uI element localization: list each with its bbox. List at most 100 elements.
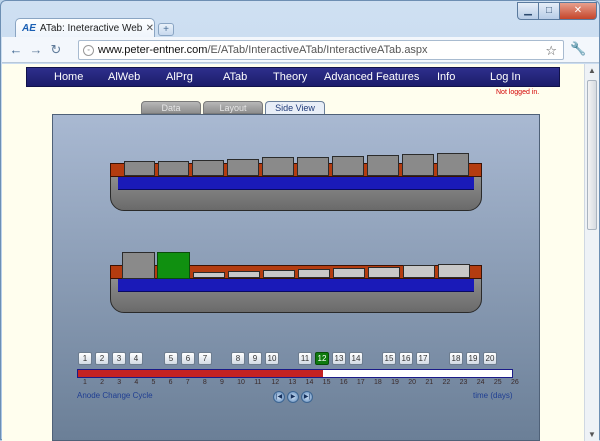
barge-bottom <box>110 252 482 314</box>
minimize-button[interactable]: ▁ <box>517 2 539 20</box>
scrollbar-thumb[interactable] <box>587 80 597 230</box>
menu-item-advanced-features[interactable]: Advanced Features <box>324 71 419 83</box>
timeline-tick-label: 13 <box>288 379 297 386</box>
cycle-button-5[interactable]: 5 <box>164 352 178 365</box>
tab-title: ATab: Ineteractive Web P... <box>39 23 142 34</box>
timeline-tick-label: 9 <box>219 379 224 386</box>
menu-item-info[interactable]: Info <box>437 71 455 83</box>
menu-item-login[interactable]: Log In <box>490 71 521 83</box>
cycle-button-11[interactable]: 11 <box>298 352 312 365</box>
barge-water-band <box>118 279 474 292</box>
timeline-tick-label: 11 <box>254 379 262 386</box>
reload-icon: ↻ <box>50 41 62 57</box>
cycle-button-1[interactable]: 1 <box>78 352 92 365</box>
new-tab-button[interactable]: + <box>158 23 174 36</box>
anode-block <box>124 161 155 176</box>
anode-block <box>228 271 260 278</box>
tab-data[interactable]: Data <box>141 101 201 114</box>
cycle-button-14[interactable]: 14 <box>349 352 363 365</box>
cycle-button-3[interactable]: 3 <box>112 352 126 365</box>
tab-side-view[interactable]: Side View <box>265 101 325 114</box>
menu-item-atab[interactable]: ATab <box>223 71 247 83</box>
page-content: Home AlWeb AlPrg ATab Theory Advanced Fe… <box>2 64 584 441</box>
timeline-tick-label: 24 <box>476 379 485 386</box>
timeline-tick-label: 25 <box>493 379 502 386</box>
anode-block <box>403 265 435 278</box>
timeline-tick-label: 20 <box>408 379 417 386</box>
cycle-button-4[interactable]: 4 <box>129 352 143 365</box>
timeline-tick-label: 17 <box>356 379 365 386</box>
anode-block-current <box>157 252 190 279</box>
arrow-left-icon: ← <box>9 41 23 57</box>
timeline-progress <box>78 370 324 377</box>
cycle-button-9[interactable]: 9 <box>248 352 262 365</box>
scroll-up-icon[interactable]: ▲ <box>588 66 596 75</box>
wrench-icon[interactable]: 🔧 <box>570 41 586 57</box>
anode-block <box>368 267 400 278</box>
timeline-tick-label: 8 <box>202 379 207 386</box>
cycle-button-13[interactable]: 13 <box>332 352 346 365</box>
time-days-label: time (days) <box>473 391 513 400</box>
reload-button[interactable]: ↻ <box>46 40 66 60</box>
maximize-button[interactable]: □ <box>538 2 560 20</box>
browser-toolbar: ← → ↻ ◦ www.peter-entner.com/E/ATab/Inte… <box>2 37 599 63</box>
timeline-tick-label: 21 <box>425 379 434 386</box>
page-icon: ◦ <box>83 44 94 56</box>
tab-layout[interactable]: Layout <box>203 101 263 114</box>
cycle-button-15[interactable]: 15 <box>382 352 396 365</box>
timeline-tick-label: 6 <box>168 379 173 386</box>
cycle-button-18[interactable]: 18 <box>449 352 463 365</box>
skip-back-icon[interactable]: |◀ <box>273 391 285 403</box>
cycle-button-7[interactable]: 7 <box>198 352 212 365</box>
anode-block <box>158 161 189 176</box>
cycle-button-16[interactable]: 16 <box>399 352 413 365</box>
anode-block <box>262 157 294 176</box>
vertical-scrollbar[interactable]: ▲ ▼ <box>584 64 599 441</box>
menu-item-theory[interactable]: Theory <box>273 71 307 83</box>
timeline-tick-label: 5 <box>151 379 156 386</box>
timeline-tick-label: 7 <box>185 379 190 386</box>
anode-block <box>263 270 295 278</box>
login-status: Not logged in. <box>496 89 540 96</box>
timeline-tick-label: 22 <box>442 379 451 386</box>
cycle-button-8[interactable]: 8 <box>231 352 245 365</box>
anode-block <box>437 153 469 176</box>
timeline-bar[interactable] <box>77 369 513 378</box>
timeline-tick-label: 19 <box>391 379 399 386</box>
timeline-ticks: 1 2 3 4 5 6 7 8 9 10 11 12 13 14 15 16 17 18 19 20 21 22 23 24 2… <box>77 379 519 389</box>
cycle-button-17[interactable]: 17 <box>416 352 430 365</box>
play-icon[interactable]: ▶ <box>287 391 299 403</box>
menu-item-alweb[interactable]: AlWeb <box>108 71 140 83</box>
close-tab-icon[interactable]: ✕ <box>146 23 154 34</box>
cycle-button-2[interactable]: 2 <box>95 352 109 365</box>
anode-block <box>438 264 470 278</box>
timeline-tick-label: 15 <box>322 379 331 386</box>
close-window-button[interactable]: ✕ <box>559 2 597 20</box>
anode-block <box>193 272 225 278</box>
timeline-tick-label: 26 <box>511 379 519 386</box>
scroll-down-icon[interactable]: ▼ <box>588 430 596 439</box>
anode-block <box>402 154 434 176</box>
cycle-button-12[interactable]: 12 <box>315 352 329 365</box>
cycle-button-20[interactable]: 20 <box>483 352 497 365</box>
forward-button[interactable]: → <box>26 40 46 60</box>
cycle-button-6[interactable]: 6 <box>181 352 195 365</box>
skip-forward-icon[interactable]: ▶| <box>301 391 313 403</box>
browser-window: AE ATab: Ineteractive Web P... ✕ + ▁ □ ✕… <box>0 0 600 441</box>
address-bar[interactable]: ◦ www.peter-entner.com/E/ATab/Interactiv… <box>78 40 564 60</box>
timeline-tick-label: 12 <box>271 379 280 386</box>
url-text: www.peter-entner.com/E/ATab/InteractiveA… <box>98 44 428 56</box>
cycle-button-10[interactable]: 10 <box>265 352 279 365</box>
anode-block <box>192 160 224 176</box>
menu-item-home[interactable]: Home <box>54 71 83 83</box>
back-button[interactable]: ← <box>6 40 26 60</box>
anode-block <box>297 157 329 176</box>
tab-strip: AE ATab: Ineteractive Web P... ✕ + ▁ □ ✕ <box>1 1 600 38</box>
timeline-tick-label: 2 <box>100 379 105 386</box>
timeline-tick-label: 18 <box>374 379 382 386</box>
barge-top <box>110 150 482 212</box>
star-icon[interactable]: ☆ <box>545 43 557 59</box>
menu-item-alprg[interactable]: AlPrg <box>166 71 193 83</box>
cycle-button-19[interactable]: 19 <box>466 352 480 365</box>
browser-tab[interactable]: AE ATab: Ineteractive Web P... ✕ <box>15 18 155 38</box>
